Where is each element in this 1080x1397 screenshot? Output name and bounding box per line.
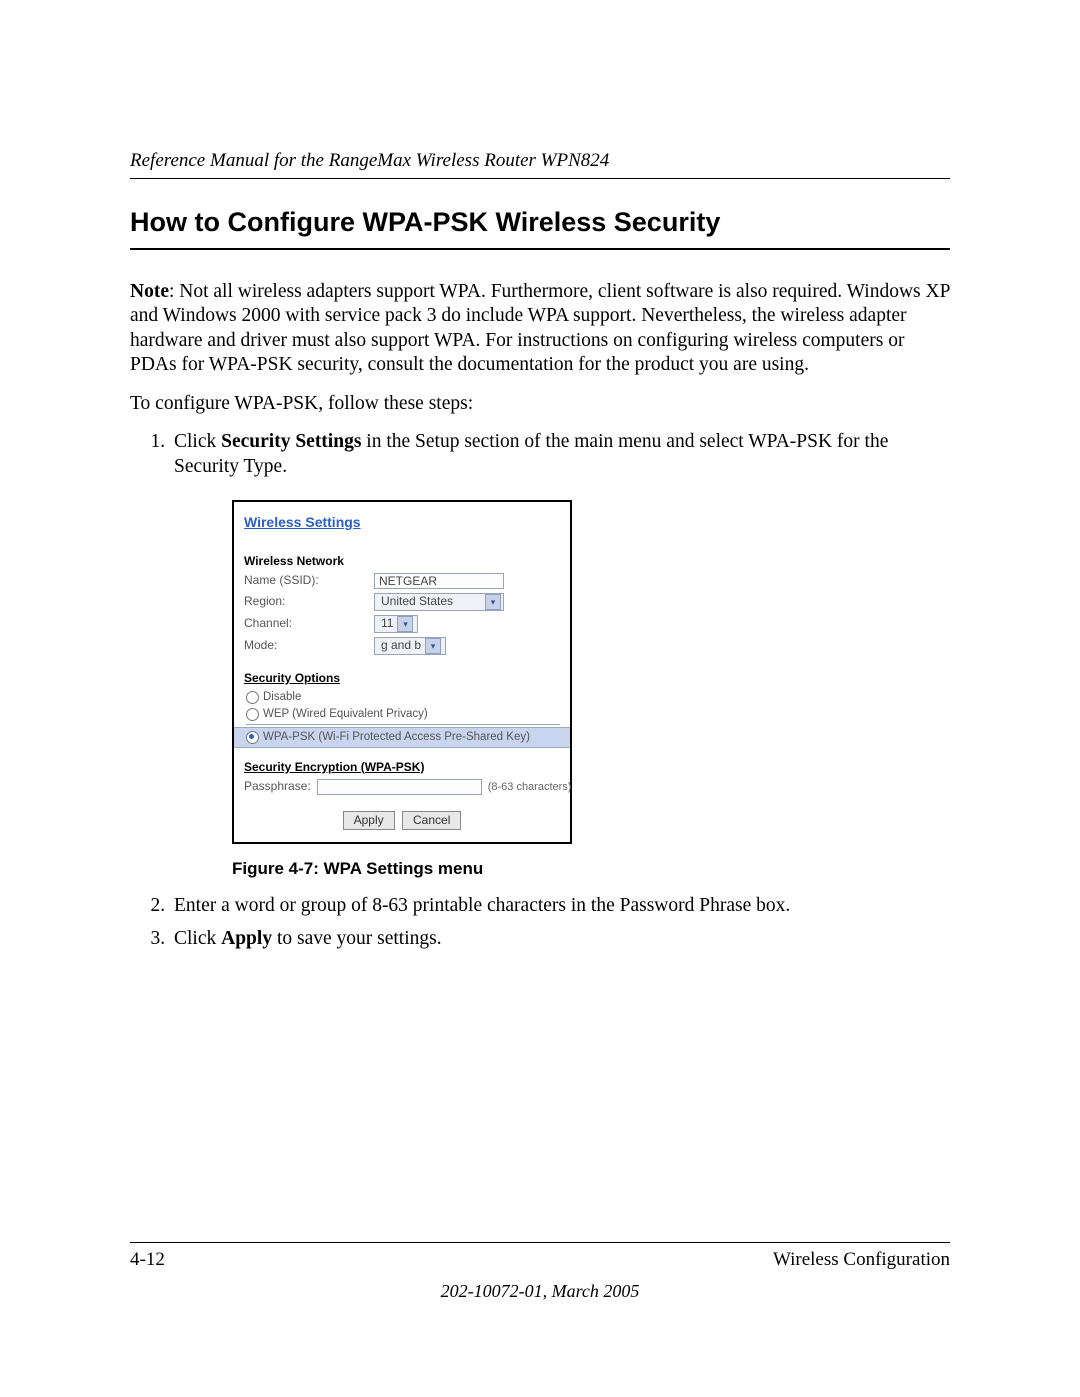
cancel-button[interactable]: Cancel: [402, 811, 461, 830]
document-page: Reference Manual for the RangeMax Wirele…: [0, 0, 1080, 1397]
intro-paragraph: To configure WPA-PSK, follow these steps…: [130, 392, 950, 416]
note-text: : Not all wireless adapters support WPA.…: [130, 281, 950, 375]
channel-select[interactable]: 11 ▾: [374, 615, 418, 633]
footer-row: 4-12 Wireless Configuration: [130, 1249, 950, 1271]
step-3: Click Apply to save your settings.: [170, 927, 950, 952]
passphrase-label: Passphrase:: [244, 779, 311, 794]
step-1-pre: Click: [174, 431, 221, 452]
ssid-label: Name (SSID):: [244, 573, 374, 588]
region-select-value: United States: [381, 594, 481, 609]
channel-row: Channel: 11 ▾: [244, 615, 560, 633]
title-rule: [130, 248, 950, 250]
passphrase-row: Passphrase: (8-63 characters): [244, 779, 560, 795]
passphrase-hint: (8-63 characters): [488, 780, 572, 794]
note-paragraph: Note: Not all wireless adapters support …: [130, 280, 950, 378]
footer-rule: [130, 1242, 950, 1243]
mode-select-value: g and b: [381, 638, 421, 653]
security-option-wpa-psk[interactable]: WPA-PSK (Wi-Fi Protected Access Pre-Shar…: [234, 727, 570, 748]
steps-list: Click Security Settings in the Setup sec…: [130, 430, 950, 952]
page-content: Reference Manual for the RangeMax Wirele…: [130, 150, 950, 960]
page-number: 4-12: [130, 1249, 165, 1271]
security-option-disable[interactable]: Disable: [246, 690, 560, 705]
section-title: How to Configure WPA-PSK Wireless Securi…: [130, 207, 950, 238]
region-row: Region: United States ▾: [244, 593, 560, 611]
chevron-down-icon: ▾: [397, 616, 413, 632]
chevron-down-icon: ▾: [485, 594, 501, 610]
channel-select-value: 11: [381, 616, 393, 631]
passphrase-input[interactable]: [317, 779, 482, 795]
doc-id: 202-10072-01, March 2005: [130, 1281, 950, 1302]
region-label: Region:: [244, 594, 374, 609]
step-3-post: to save your settings.: [272, 928, 442, 949]
step-1: Click Security Settings in the Setup sec…: [170, 430, 950, 880]
figure-caption: Figure 4-7: WPA Settings menu: [232, 858, 950, 880]
wireless-settings-screenshot: Wireless Settings Wireless Network Name …: [232, 500, 572, 845]
security-option-wep[interactable]: WEP (Wired Equivalent Privacy): [246, 707, 560, 725]
mode-row: Mode: g and b ▾: [244, 637, 560, 655]
mode-select[interactable]: g and b ▾: [374, 637, 446, 655]
option-disable-label: Disable: [263, 690, 301, 705]
step-1-bold: Security Settings: [221, 431, 361, 452]
note-label: Note: [130, 281, 169, 302]
region-select[interactable]: United States ▾: [374, 593, 504, 611]
ssid-input[interactable]: [374, 573, 504, 589]
chapter-name: Wireless Configuration: [773, 1249, 950, 1271]
ssid-row: Name (SSID):: [244, 573, 560, 589]
screenshot-buttons: Apply Cancel: [244, 811, 560, 830]
body-text: Note: Not all wireless adapters support …: [130, 280, 950, 952]
page-footer: 4-12 Wireless Configuration 202-10072-01…: [130, 1242, 950, 1302]
step-3-bold: Apply: [221, 928, 272, 949]
apply-button[interactable]: Apply: [343, 811, 395, 830]
security-options-heading: Security Options: [244, 671, 560, 686]
panel-title: Wireless Settings: [244, 514, 560, 532]
channel-label: Channel:: [244, 616, 374, 631]
option-wep-label: WEP (Wired Equivalent Privacy): [263, 707, 428, 722]
chevron-down-icon: ▾: [425, 638, 441, 654]
radio-icon: [246, 691, 259, 704]
running-header: Reference Manual for the RangeMax Wirele…: [130, 150, 950, 172]
header-rule: [130, 178, 950, 179]
radio-icon: [246, 708, 259, 721]
mode-label: Mode:: [244, 638, 374, 653]
step-3-pre: Click: [174, 928, 221, 949]
security-encryption-heading: Security Encryption (WPA-PSK): [244, 760, 560, 775]
wireless-network-heading: Wireless Network: [244, 554, 560, 569]
radio-checked-icon: [246, 731, 259, 744]
option-wpa-label: WPA-PSK (Wi-Fi Protected Access Pre-Shar…: [263, 730, 530, 745]
step-2: Enter a word or group of 8-63 printable …: [170, 894, 950, 919]
